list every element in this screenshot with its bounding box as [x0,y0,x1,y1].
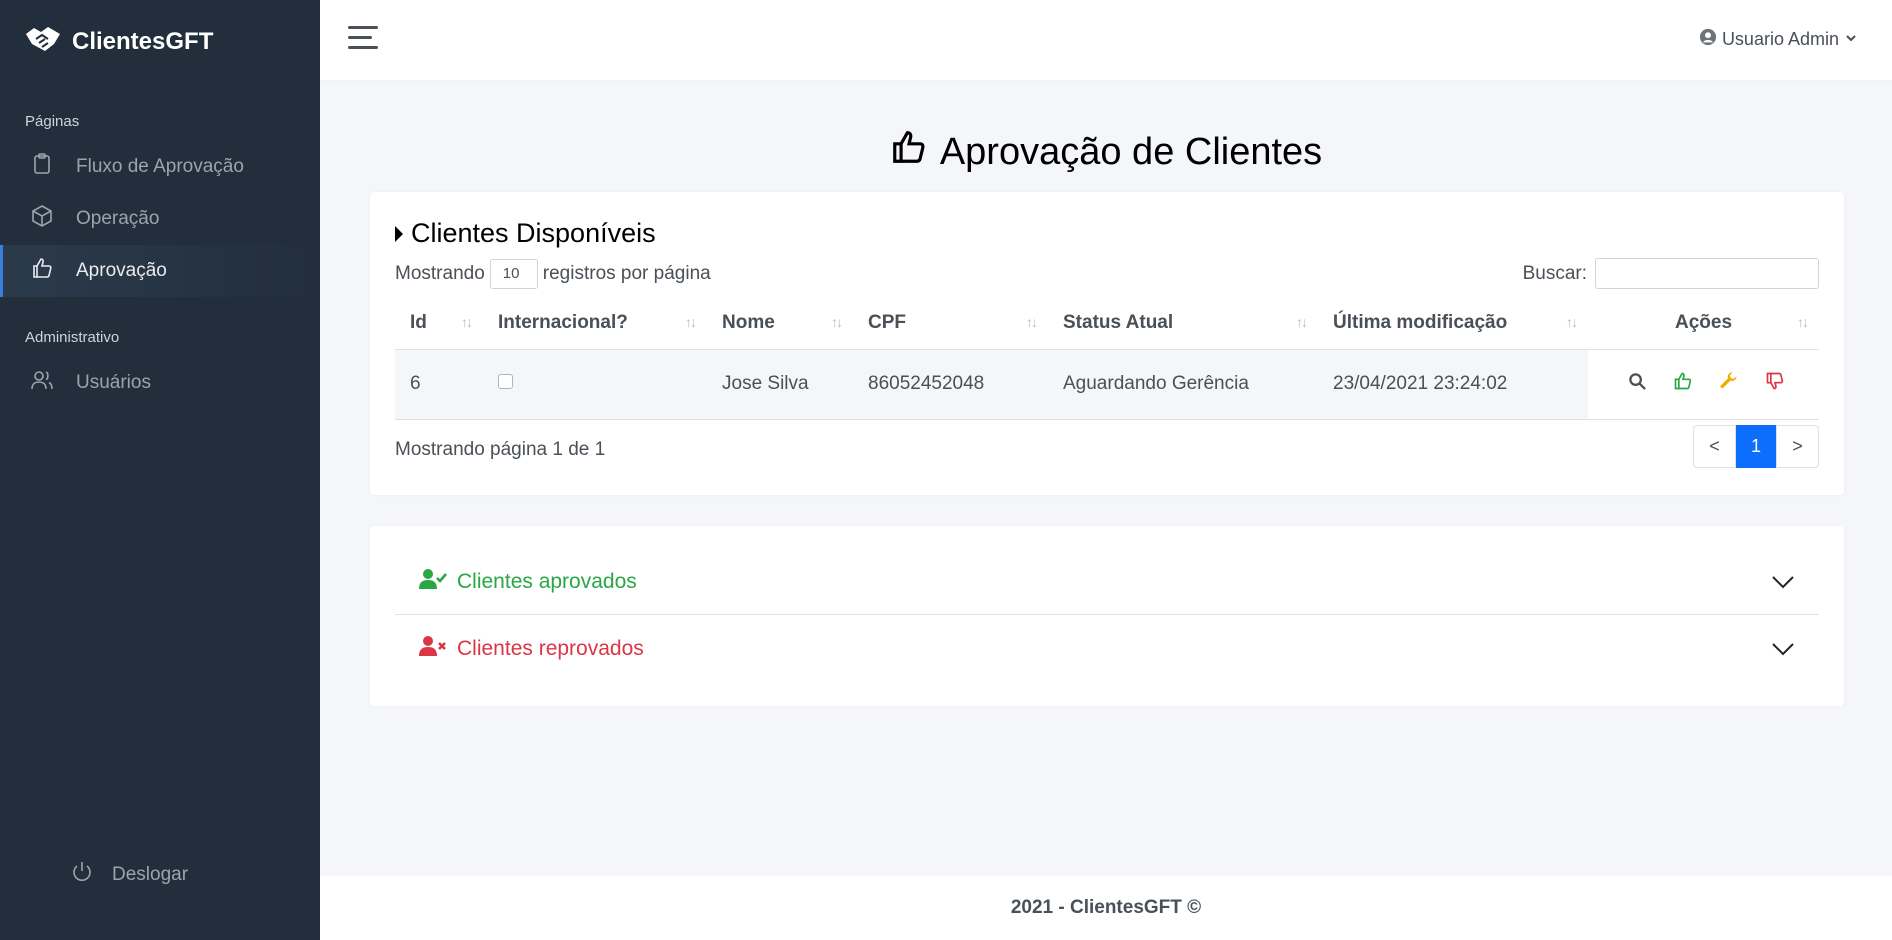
column-label: Id [410,311,427,333]
logout-button[interactable]: Deslogar [70,860,188,890]
thumbs-up-icon [890,128,928,176]
search-control: Buscar: [1523,258,1819,289]
chevron-down-icon [1844,29,1858,50]
sidebar-item-label: Usuários [76,372,151,393]
caret-right-icon [395,225,403,242]
page-title: Aprovação de Clientes [320,128,1892,176]
footer: 2021 - ClientesGFT © [320,876,1892,940]
nav-header-admin: Administrativo [25,329,120,346]
cell-internacional [483,349,707,420]
page-length-select[interactable]: 10 [489,259,538,289]
approve-icon[interactable] [1673,371,1693,391]
cell-modificacao: 23/04/2021 23:24:02 [1318,349,1588,420]
column-label: Nome [722,311,775,333]
chevron-down-icon [1771,572,1795,596]
clipboard-icon [30,152,54,182]
pagination-prev[interactable]: < [1693,425,1736,468]
pagination-page-1[interactable]: 1 [1736,425,1776,468]
cell-status: Aguardando Gerência [1048,349,1318,420]
column-label: Última modificação [1333,311,1508,333]
column-header-status[interactable]: Status Atual ↑↓ [1048,297,1318,350]
user-menu[interactable]: Usuario Admin [1699,28,1858,51]
column-header-acoes[interactable]: Ações ↑↓ [1588,297,1819,350]
length-suffix: registros por página [542,263,711,284]
column-label: Status Atual [1063,311,1174,333]
accordion-clientes-reprovados[interactable]: Clientes reprovados [395,616,1819,682]
column-header-cpf[interactable]: CPF ↑↓ [853,297,1048,350]
box-icon [30,204,54,234]
accordion-label: Clientes reprovados [457,637,644,660]
search-label: Buscar: [1522,262,1587,284]
page-title-text: Aprovação de Clientes [939,130,1323,173]
sidebar-item-label: Operação [76,208,160,229]
chevron-down-icon [1771,639,1795,663]
column-label: Internacional? [498,311,628,333]
cell-nome: Jose Silva [707,349,853,420]
table-header-row: Id ↑↓ Internacional? ↑↓ Nome ↑↓ CPF ↑↓ Statu… [395,297,1819,350]
sidebar-item-fluxo-aprovacao[interactable]: Fluxo de Aprovação [0,141,320,193]
accordion-clientes-aprovados[interactable]: Clientes aprovados [395,549,1819,615]
user-name: Usuario Admin [1721,29,1839,49]
sort-icon: ↑↓ [1296,314,1308,330]
section-title: Clientes Disponíveis [411,218,656,248]
sort-icon: ↑↓ [1797,314,1809,330]
column-header-nome[interactable]: Nome ↑↓ [707,297,853,350]
view-details-icon[interactable] [1628,372,1647,391]
logout-label: Deslogar [112,864,189,885]
menu-toggle-icon[interactable] [348,26,378,56]
users-icon [30,368,54,398]
user-circle-icon [1699,28,1717,51]
sidebar-item-aprovacao[interactable]: Aprovação [0,245,320,297]
sort-icon: ↑↓ [461,314,473,330]
column-label: Ações [1674,311,1733,333]
wrench-icon[interactable] [1719,371,1739,391]
cell-acoes [1588,349,1819,420]
user-check-icon [419,568,447,596]
length-prefix: Mostrando [395,263,485,284]
table-info: Mostrando página 1 de 1 [395,439,606,460]
power-icon [70,860,94,890]
search-input[interactable] [1595,258,1819,289]
sidebar-item-operacao[interactable]: Operação [0,193,320,245]
clientes-disponiveis-card: Clientes Disponíveis Mostrando 10 regist… [370,192,1844,495]
handshake-icon [24,24,62,59]
table-row: 6 Jose Silva 86052452048 Aguardando Gerê… [395,349,1819,420]
brand-name: ClientesGFT [72,27,214,55]
topbar: Usuario Admin [320,0,1892,80]
reject-icon[interactable] [1765,371,1785,391]
cell-id: 6 [395,349,483,420]
sidebar: ClientesGFT Páginas Fluxo de Aprovação O… [0,0,320,940]
sort-icon: ↑↓ [1026,314,1038,330]
accordion-label: Clientes aprovados [457,569,637,593]
column-header-id[interactable]: Id ↑↓ [395,297,483,350]
cell-cpf: 86052452048 [853,349,1048,420]
sort-icon: ↑↓ [831,314,843,330]
sidebar-item-label: Aprovação [76,260,167,281]
sidebar-item-usuarios[interactable]: Usuários [0,357,320,409]
pagination-next[interactable]: > [1776,425,1819,468]
sidebar-item-label: Fluxo de Aprovação [76,156,244,177]
accordion-card: Clientes aprovados Clientes reprovados [370,526,1844,706]
brand[interactable]: ClientesGFT [24,24,213,59]
pagination: < 1 > [1693,425,1819,468]
section-toggle[interactable]: Clientes Disponíveis [395,218,656,249]
page-length-control: Mostrando 10 registros por página [395,259,711,289]
column-label: CPF [868,311,906,333]
sort-icon: ↑↓ [1566,314,1578,330]
user-times-icon [419,635,447,663]
clients-table: Id ↑↓ Internacional? ↑↓ Nome ↑↓ CPF ↑↓ Statu… [395,297,1819,420]
sort-icon: ↑↓ [685,314,697,330]
internacional-checkbox[interactable] [498,374,513,389]
column-header-internacional[interactable]: Internacional? ↑↓ [483,297,707,350]
nav-header-pages: Páginas [25,113,80,130]
thumbs-up-icon [30,256,54,286]
column-header-modificacao[interactable]: Última modificação ↑↓ [1318,297,1588,350]
